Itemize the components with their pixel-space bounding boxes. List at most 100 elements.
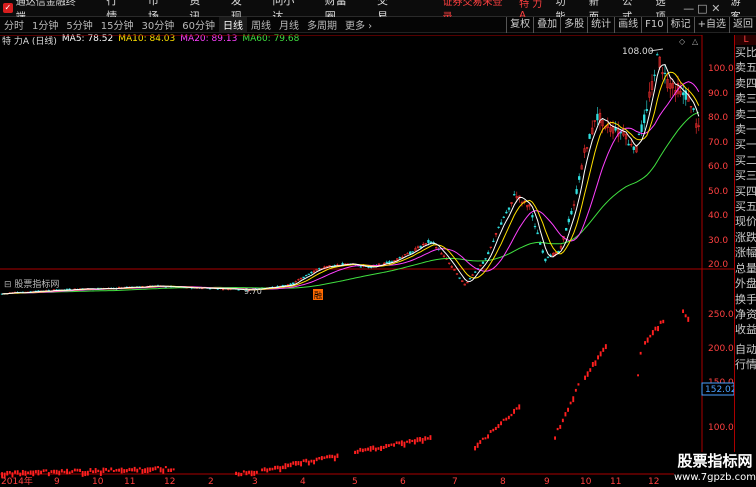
indicator-bar — [164, 466, 167, 469]
indicator-toggle-icon[interactable]: ⊟ — [4, 280, 12, 290]
candle-body — [539, 242, 542, 245]
candle-body — [541, 250, 544, 253]
candle-body — [533, 226, 537, 228]
tool-fanhui[interactable]: 返回 — [729, 17, 756, 33]
period-bar: 分时 1分钟 5分钟 15分钟 30分钟 60分钟 日线 周线 月线 多周期 更… — [0, 17, 756, 33]
kline-chart[interactable]: 100.0 90.0 80.0 70.0 60.0 50.0 40.0 30.0… — [0, 35, 734, 487]
indicator-bar — [133, 466, 136, 472]
period-monthly[interactable]: 月线 — [275, 17, 303, 32]
side-item-earnings[interactable]: 收益 — [735, 322, 756, 337]
indicator-bar — [266, 468, 269, 473]
candle-body — [458, 277, 461, 279]
indicator-bar — [424, 436, 427, 441]
indicator-bar — [34, 470, 37, 474]
maximize-icon[interactable]: □ — [696, 2, 710, 15]
tool-duogu[interactable]: 多股 — [560, 17, 587, 33]
indicator-bar — [479, 440, 482, 444]
indicator-bar — [372, 445, 375, 450]
tool-biaoji[interactable]: 标记 — [666, 17, 694, 33]
period-fenshi[interactable]: 分时 — [0, 17, 28, 32]
indicator-bar — [662, 319, 665, 324]
indicator-bar — [151, 467, 154, 471]
indicator-bar — [19, 472, 22, 477]
candle-body — [497, 226, 500, 228]
candle-body — [643, 114, 646, 124]
period-more[interactable]: 更多 › — [341, 17, 376, 32]
indicator-bar — [268, 467, 271, 471]
period-1min[interactable]: 1分钟 — [28, 17, 62, 32]
minimize-icon[interactable]: — — [682, 2, 696, 15]
tool-f10[interactable]: F10 — [641, 17, 666, 33]
tool-diejia[interactable]: 叠加 — [533, 17, 560, 33]
indicator-bar — [377, 447, 380, 450]
tool-zixuan[interactable]: +自选 — [693, 17, 729, 33]
indicator-bar — [684, 314, 687, 318]
indicator-bar — [328, 454, 331, 459]
side-item-maiwu[interactable]: 卖五 — [735, 60, 756, 75]
period-60min[interactable]: 60分钟 — [178, 17, 219, 32]
candle-body — [370, 266, 373, 268]
price-label-70: 70.0 — [708, 138, 728, 148]
indicator-bar — [253, 470, 256, 476]
ma20-line — [1, 81, 700, 295]
candle-body — [318, 268, 321, 270]
indicator-title[interactable]: ⊟ 股票指标网 — [4, 277, 59, 290]
side-item-volume[interactable]: 总量 — [735, 261, 756, 276]
indicator-bar — [240, 472, 243, 477]
side-item-maibi[interactable]: 买比 — [735, 45, 756, 60]
period-15min[interactable]: 15分钟 — [97, 17, 138, 32]
side-item-maiyi[interactable]: 卖一 — [735, 122, 756, 137]
indicator-bar — [659, 320, 662, 324]
indicator-bar — [419, 437, 421, 442]
indicator-bar — [515, 407, 518, 410]
indicator-bar — [481, 437, 484, 440]
period-weekly[interactable]: 周线 — [247, 17, 275, 32]
side-item-netasset[interactable]: 净资 — [735, 307, 756, 322]
side-item-change[interactable]: 涨跌 — [735, 230, 756, 245]
indicator-bar — [400, 440, 403, 447]
date-label-6: 6 — [400, 477, 406, 487]
indicator-bar — [271, 467, 274, 471]
period-multi[interactable]: 多周期 — [303, 17, 341, 32]
side-item-buy4[interactable]: 买四 — [735, 184, 756, 199]
low-price-marker: 9.70 — [244, 287, 262, 296]
side-item-auto[interactable]: 自动 — [735, 342, 756, 357]
side-item-maisan[interactable]: 卖三 — [735, 91, 756, 106]
indicator-bar — [657, 326, 659, 332]
indicator-bar — [149, 467, 152, 473]
side-item-quote[interactable]: 行情 — [735, 357, 756, 372]
close-icon[interactable]: ✕ — [709, 2, 723, 15]
date-label-10: 10 — [92, 477, 104, 487]
candle-body — [427, 240, 430, 243]
indicator-bar — [8, 471, 11, 474]
side-badge[interactable]: L — [735, 35, 756, 45]
side-item-price[interactable]: 现价 — [735, 214, 756, 229]
side-item-buy1[interactable]: 买一 — [735, 137, 756, 152]
tool-fuquan[interactable]: 复权 — [506, 17, 533, 33]
side-item-buy5[interactable]: 买五 — [735, 199, 756, 214]
side-item-buy2[interactable]: 买二 — [735, 153, 756, 168]
watermark-title: 股票指标网 — [677, 452, 753, 470]
period-30min[interactable]: 30分钟 — [137, 17, 178, 32]
indicator-bar — [476, 442, 479, 448]
candle-body — [474, 271, 477, 273]
side-item-outer[interactable]: 外盘 — [735, 276, 756, 291]
indicator-bar — [323, 456, 326, 459]
indicator-bar — [138, 467, 141, 470]
candle-body — [492, 240, 495, 242]
tool-tongji[interactable]: 统计 — [587, 17, 614, 33]
indicator-bar — [494, 426, 497, 431]
indicator-bar — [60, 469, 63, 473]
tool-huaxian[interactable]: 画线 — [614, 17, 641, 33]
price-label-60: 60.0 — [708, 162, 728, 172]
price-label-30: 30.0 — [708, 236, 728, 246]
side-item-turnover[interactable]: 换手 — [735, 292, 756, 307]
side-item-buy3[interactable]: 买三 — [735, 168, 756, 183]
side-item-maier[interactable]: 卖二 — [735, 107, 756, 122]
side-item-maisi[interactable]: 卖四 — [735, 76, 756, 91]
indicator-bar — [68, 471, 71, 475]
period-daily[interactable]: 日线 — [218, 17, 247, 32]
period-5min[interactable]: 5分钟 — [62, 17, 96, 32]
side-item-pct[interactable]: 涨幅 — [735, 245, 756, 260]
price-label-90: 90.0 — [708, 89, 728, 99]
